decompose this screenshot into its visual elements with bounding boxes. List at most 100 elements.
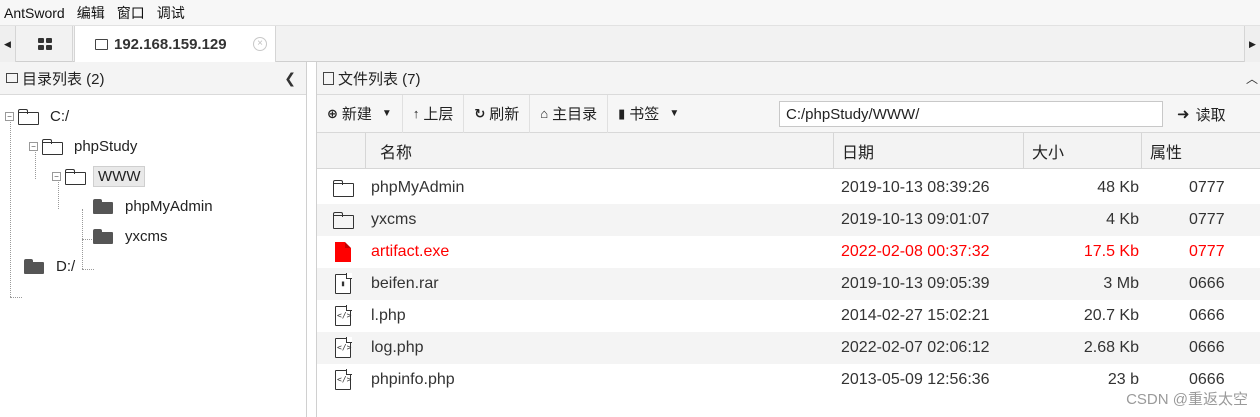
file-row[interactable]: </> phpinfo.php 2013-05-09 12:56:36 23 b…: [317, 364, 1260, 396]
home-button[interactable]: ⌂ 主目录: [530, 94, 609, 133]
refresh-button[interactable]: ↻ 刷新: [464, 94, 531, 133]
tree-node-www[interactable]: − WWW: [52, 165, 146, 187]
file-attr: 0777: [1189, 243, 1225, 260]
file-date: 2013-05-09 12:56:36: [841, 371, 990, 388]
file-attr: 0777: [1189, 211, 1225, 228]
menu-debug[interactable]: 调试: [153, 3, 189, 23]
file-attr: 0777: [1189, 179, 1225, 196]
column-header-name[interactable]: 名称: [365, 133, 833, 169]
document-icon: [323, 71, 334, 85]
new-button-label: 新建: [341, 106, 372, 123]
tree-node-d-drive[interactable]: D:/: [24, 255, 79, 277]
watermark: CSDN @重返太空: [1126, 391, 1248, 408]
tab-scroll-right-icon[interactable]: ▶: [1244, 26, 1260, 62]
file-row[interactable]: ▮ beifen.rar 2019-10-13 09:05:39 3 Mb 06…: [317, 268, 1260, 300]
file-row[interactable]: </> log.php 2022-02-07 02:06:12 2.68 Kb …: [317, 332, 1260, 364]
directory-tree: − C:/ − phpStudy − WWW phpMyAdmin yxcms …: [0, 95, 306, 415]
file-name: l.php: [371, 307, 406, 324]
tab-shell[interactable]: 192.168.159.129 ×: [74, 26, 276, 63]
arrow-right-icon: ➜: [1177, 106, 1190, 123]
folder-open-icon: [42, 138, 63, 155]
caret-down-icon: ▼: [669, 108, 680, 119]
file-attr: 0666: [1189, 339, 1225, 356]
tree-node-label: D:/: [56, 257, 76, 275]
grid-icon: [37, 38, 52, 50]
file-name: phpinfo.php: [371, 371, 455, 388]
refresh-icon: ↻: [474, 105, 486, 121]
tree-node-phpstudy[interactable]: − phpStudy: [29, 135, 141, 157]
red-file-icon: [335, 242, 351, 262]
menu-antsword[interactable]: AntSword: [0, 5, 69, 21]
up-button-label: 上层: [423, 106, 454, 123]
file-name: log.php: [371, 339, 424, 356]
file-date: 2019-10-13 08:39:26: [841, 179, 990, 196]
file-size: 20.7 Kb: [1083, 307, 1139, 324]
tree-node-c-drive[interactable]: − C:/: [5, 105, 73, 127]
folder-outline-icon: [6, 73, 18, 83]
collapse-toggle-icon[interactable]: −: [5, 111, 14, 121]
up-button[interactable]: ↑ 上层: [403, 94, 465, 133]
collapse-toggle-icon[interactable]: −: [29, 141, 38, 151]
file-attr: 0666: [1189, 307, 1225, 324]
tree-node-phpmyadmin[interactable]: phpMyAdmin: [93, 195, 217, 217]
code-file-icon: </>: [335, 305, 352, 326]
read-button-label: 读取: [1195, 106, 1226, 124]
read-button[interactable]: ➜ 读取: [1177, 95, 1226, 133]
path-input[interactable]: [779, 101, 1163, 127]
file-row[interactable]: yxcms 2019-10-13 09:01:07 4 Kb 0777: [317, 204, 1260, 236]
file-row[interactable]: phpMyAdmin 2019-10-13 08:39:26 48 Kb 077…: [317, 172, 1260, 204]
code-file-icon: </>: [335, 337, 352, 358]
archive-file-icon: ▮: [335, 273, 352, 294]
code-file-icon: </>: [335, 369, 352, 390]
tab-home[interactable]: [17, 26, 73, 62]
file-panel-header: 文件列表 (7) ︿: [317, 62, 1260, 95]
folder-icon: [93, 228, 113, 244]
tree-node-label: WWW: [93, 165, 146, 187]
menu-edit[interactable]: 编辑: [73, 3, 109, 23]
column-header-attr[interactable]: 属性: [1141, 133, 1260, 169]
folder-icon: [24, 258, 44, 274]
file-size: 3 Mb: [1103, 275, 1139, 292]
new-button[interactable]: ⊕ 新建 ▼: [317, 94, 403, 133]
file-panel-title: 文件列表 (7): [338, 70, 421, 88]
chevron-up-icon[interactable]: ︿: [1246, 70, 1258, 87]
file-name: phpMyAdmin: [371, 179, 465, 196]
tab-bar: ◀ 192.168.159.129 × ▶: [0, 26, 1260, 63]
file-panel: 文件列表 (7) ︿ ⊕ 新建 ▼ ↑ 上层 ↻ 刷新 ⌂ 主目录 ▮ 书签 ▼…: [316, 62, 1260, 417]
folder-icon: [93, 198, 113, 214]
column-header-size[interactable]: 大小: [1023, 133, 1141, 169]
menu-window[interactable]: 窗口: [113, 3, 149, 23]
column-header-date[interactable]: 日期: [833, 133, 1023, 169]
directory-panel: 目录列表 (2) ❮ − C:/ − phpStudy − WWW phpMyA…: [0, 62, 307, 417]
file-size: 17.5 Kb: [1083, 243, 1139, 260]
tab-shell-label: 192.168.159.129: [114, 36, 227, 53]
collapse-toggle-icon[interactable]: −: [52, 171, 61, 181]
refresh-button-label: 刷新: [489, 106, 520, 123]
tree-node-label: phpMyAdmin: [125, 197, 213, 215]
file-size: 23 b: [1107, 371, 1139, 388]
file-date: 2019-10-13 09:05:39: [841, 275, 990, 292]
folder-open-icon: [65, 168, 86, 185]
directory-panel-header: 目录列表 (2) ❮: [0, 62, 306, 95]
plus-circle-icon: ⊕: [327, 105, 338, 121]
tab-scroll-left-icon[interactable]: ◀: [0, 26, 16, 62]
column-header-icon: [317, 133, 365, 169]
bookmark-icon: ▮: [618, 105, 626, 121]
file-row[interactable]: </> l.php 2014-02-27 15:02:21 20.7 Kb 06…: [317, 300, 1260, 332]
folder-icon: [333, 180, 354, 197]
file-grid-header: 名称 日期 大小 属性: [317, 133, 1260, 169]
tree-node-yxcms[interactable]: yxcms: [93, 225, 172, 247]
arrow-up-icon: ↑: [412, 106, 420, 121]
close-icon[interactable]: ×: [253, 37, 267, 51]
home-button-label: 主目录: [552, 106, 598, 123]
directory-panel-title: 目录列表 (2): [22, 70, 105, 88]
tree-node-label: phpStudy: [74, 137, 138, 155]
file-row[interactable]: artifact.exe 2022-02-08 00:37:32 17.5 Kb…: [317, 236, 1260, 268]
menu-bar: AntSword 编辑 窗口 调试: [0, 0, 1260, 26]
home-icon: ⌂: [540, 106, 549, 121]
chevron-left-icon[interactable]: ❮: [284, 70, 296, 87]
file-size: 2.68 Kb: [1083, 339, 1139, 356]
bookmark-button[interactable]: ▮ 书签 ▼: [608, 95, 689, 133]
file-attr: 0666: [1189, 275, 1225, 292]
file-name: beifen.rar: [371, 275, 439, 292]
